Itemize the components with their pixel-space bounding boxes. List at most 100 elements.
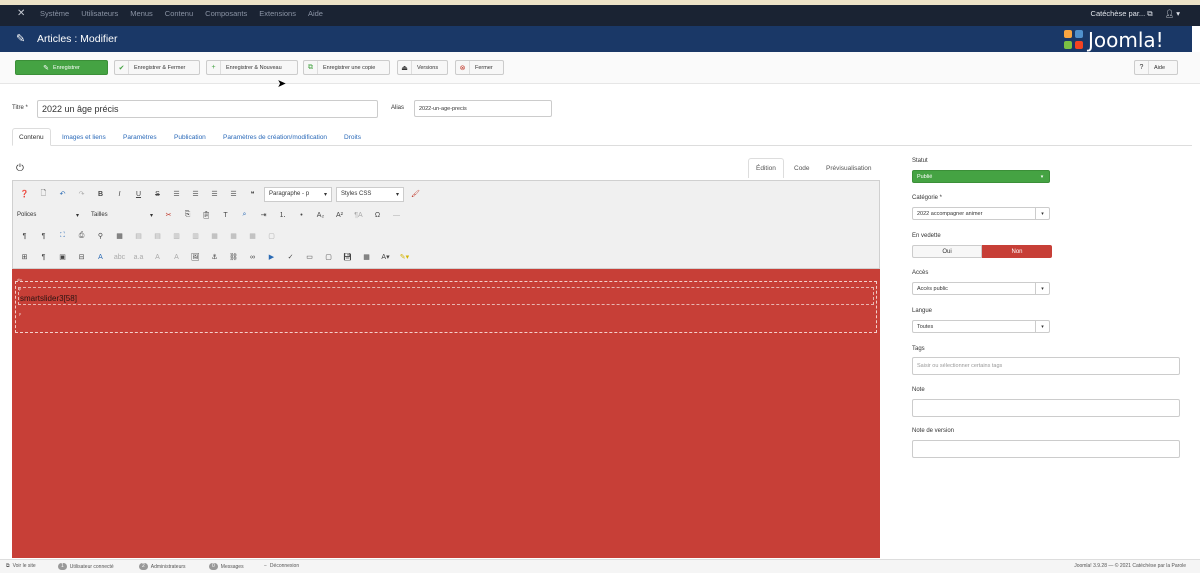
blockquote-icon[interactable]: ❝ [245, 187, 260, 202]
menu-help[interactable]: Aide [308, 9, 323, 18]
ins-icon[interactable]: A [169, 250, 184, 265]
menu-components[interactable]: Composants [205, 9, 247, 18]
del-icon[interactable]: A [150, 250, 165, 265]
size-select[interactable]: Tailles ▾ [87, 208, 157, 223]
undo-icon[interactable]: ↶ [55, 187, 70, 202]
numbered-list-icon[interactable]: ⒈ [275, 208, 290, 223]
toggle-editor-icon[interactable]: ⏻ [16, 163, 24, 174]
save-copy-button[interactable]: ⧉ Enregistrer une copie [303, 60, 390, 75]
table-props-icon[interactable]: ▦ [245, 229, 260, 244]
menu-system[interactable]: Système [40, 9, 69, 18]
align-right-icon[interactable]: ☰ [207, 187, 222, 202]
link-icon[interactable]: ∞ [245, 250, 260, 265]
messages-link[interactable]: 0 Messages [209, 563, 244, 570]
strikethrough-icon[interactable]: S [150, 187, 165, 202]
anchor-icon[interactable]: ⚓︎ [207, 250, 222, 265]
menu-extensions[interactable]: Extensions [259, 9, 296, 18]
col-delete-icon[interactable]: ▥ [188, 229, 203, 244]
tags-input[interactable]: Saisir ou sélectionner certains tags [912, 357, 1180, 375]
merge-cells-icon[interactable]: ▦ [207, 229, 222, 244]
font-select[interactable]: Polices ▾ [13, 208, 83, 223]
code-sample-icon[interactable]: ✓ [283, 250, 298, 265]
copy-icon[interactable]: ⎘ [180, 208, 195, 223]
category-select[interactable]: 2022 accompagner animer ▾ [912, 207, 1050, 220]
tab-publication[interactable]: Publication [168, 128, 212, 146]
joomla-mini-icon[interactable]: ✕ [17, 8, 25, 19]
admins-link[interactable]: 2 Administrateurs [139, 563, 186, 570]
new-document-icon[interactable]: 🗋 [36, 187, 51, 202]
cut-icon[interactable]: ✂ [161, 208, 176, 223]
tab-images-links[interactable]: Images et liens [56, 128, 112, 146]
featured-yes-button[interactable]: Oui [912, 245, 982, 258]
title-input[interactable]: 2022 un âge précis [37, 100, 378, 118]
help-button[interactable]: ? Aide [1134, 60, 1178, 75]
bullet-list-icon[interactable]: • [294, 208, 309, 223]
menu-users[interactable]: Utilisateurs [81, 9, 118, 18]
tab-creation-params[interactable]: Paramètres de création/modification [217, 128, 333, 146]
styles-select[interactable]: Styles CSS ▾ [336, 186, 404, 202]
ltr-icon[interactable]: ¶ [17, 229, 32, 244]
abbr-icon[interactable]: abc [112, 250, 127, 265]
visual-aid-icon[interactable]: ⊞ [17, 250, 32, 265]
print-icon[interactable]: ⎙ [74, 229, 89, 244]
col-insert-icon[interactable]: ▥ [169, 229, 184, 244]
template-icon[interactable]: ▣ [55, 250, 70, 265]
search-replace-icon[interactable]: ⌕ [237, 208, 252, 223]
text-color-icon[interactable]: A▾ [378, 250, 393, 265]
layer-icon[interactable]: ▢ [321, 250, 336, 265]
menu-menus[interactable]: Menus [130, 9, 153, 18]
tab-parameters[interactable]: Paramètres [117, 128, 163, 146]
logout-link[interactable]: − Déconnexion [264, 563, 299, 569]
clear-format-icon[interactable]: 🖌 [408, 187, 423, 202]
paste-icon[interactable]: 📋︎ [199, 208, 214, 223]
logged-users-link[interactable]: 1 Utilisateur connecté [58, 563, 114, 570]
unlink-icon[interactable]: ⛓ [226, 250, 241, 265]
language-select[interactable]: Toutes ▾ [912, 320, 1050, 333]
tab-preview[interactable]: Prévisualisation [819, 158, 879, 178]
tab-code[interactable]: Code [787, 158, 817, 178]
status-select[interactable]: Publié ▾ [912, 170, 1050, 183]
save-doc-icon[interactable]: 💾︎ [340, 250, 355, 265]
help-icon[interactable]: ❓ [17, 187, 32, 202]
superscript-icon[interactable]: A² [332, 208, 347, 223]
bold-icon[interactable]: B [93, 187, 108, 202]
tab-rights[interactable]: Droits [338, 128, 367, 146]
format-select[interactable]: Paragraphe - p ▾ [264, 186, 332, 202]
align-justify-icon[interactable]: ☰ [226, 187, 241, 202]
date-icon[interactable]: ▦ [359, 250, 374, 265]
find-icon[interactable]: ⚲ [93, 229, 108, 244]
access-select[interactable]: Accès public ▾ [912, 282, 1050, 295]
row-insert-icon[interactable]: ▤ [131, 229, 146, 244]
note-input[interactable] [912, 399, 1180, 417]
view-site-link[interactable]: ⧉ Voir le site [6, 563, 36, 569]
featured-no-button[interactable]: Non [982, 245, 1052, 258]
close-button[interactable]: ⊗ Fermer [455, 60, 504, 75]
text-direction-icon[interactable]: ¶A [351, 208, 366, 223]
tab-edition[interactable]: Édition [748, 158, 784, 178]
site-link[interactable]: Catéchèse par... ⧉ [1091, 9, 1153, 19]
split-cells-icon[interactable]: ▦ [226, 229, 241, 244]
subscript-icon[interactable]: A₂ [313, 208, 328, 223]
align-left-icon[interactable]: ☰ [169, 187, 184, 202]
rtl-icon[interactable]: ¶ [36, 229, 51, 244]
editor-content[interactable]: div p smartslider3[58] p [12, 269, 880, 558]
fullscreen-icon[interactable]: ⛶ [55, 229, 70, 244]
redo-icon[interactable]: ↷ [74, 187, 89, 202]
spellcheck-icon[interactable]: A [93, 250, 108, 265]
underline-icon[interactable]: U [131, 187, 146, 202]
menu-content[interactable]: Contenu [165, 9, 193, 18]
tab-content[interactable]: Contenu [12, 128, 51, 146]
highlight-color-icon[interactable]: ✎▾ [397, 250, 412, 265]
version-note-input[interactable] [912, 440, 1180, 458]
cell-props-icon[interactable]: ▢ [264, 229, 279, 244]
save-button[interactable]: ✎ Enregistrer [15, 60, 108, 75]
alias-input[interactable]: 2022-un-age-precis [414, 100, 552, 117]
versions-button[interactable]: ⏏ Versions [397, 60, 448, 75]
italic-icon[interactable]: I [112, 187, 127, 202]
horizontal-rule-icon[interactable]: — [389, 208, 404, 223]
save-close-button[interactable]: ✔ Enregistrer & Fermer [114, 60, 200, 75]
user-icon[interactable]: 👤︎ ▾ [1165, 9, 1180, 19]
media-icon[interactable]: ▶ [264, 250, 279, 265]
save-new-button[interactable]: + Enregistrer & Nouveau [206, 60, 298, 75]
show-blocks-icon[interactable]: ¶ [36, 250, 51, 265]
